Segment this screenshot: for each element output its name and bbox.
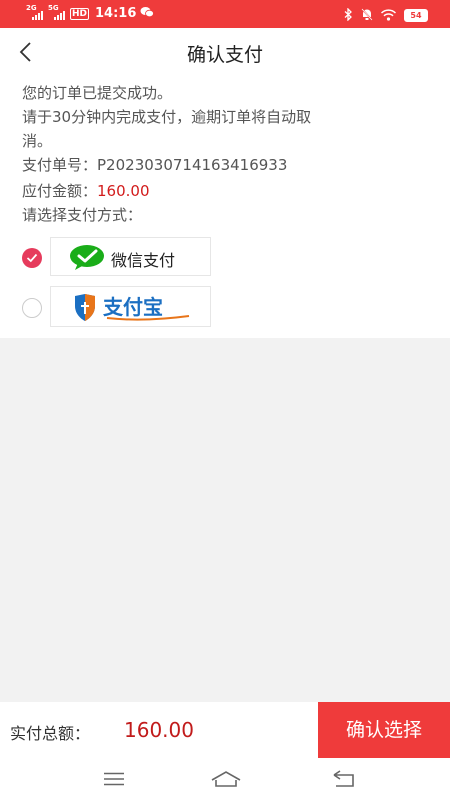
wechat-icon — [70, 245, 104, 270]
svg-text:支付宝: 支付宝 — [103, 295, 163, 319]
status-time: 14:16 — [95, 6, 137, 21]
battery-icon: 54 — [404, 9, 428, 22]
menu-icon[interactable] — [103, 772, 125, 786]
payment-deadline-text-cont: 消。 — [22, 132, 53, 150]
signal-2g-icon: 2G — [26, 4, 44, 20]
checkout-footer: 实付总额： 160.00 确认选择 — [0, 702, 450, 758]
mute-bell-icon — [361, 6, 373, 25]
alipay-option[interactable]: 支付宝 — [50, 286, 211, 327]
payment-method-prompt: 请选择支付方式： — [22, 206, 143, 224]
wechat-pay-radio[interactable] — [22, 248, 42, 268]
order-number-label: 支付单号： — [22, 156, 98, 174]
signal-5g-icon: 5G — [48, 4, 66, 20]
order-panel: 您的订单已提交成功。 请于30分钟内完成支付，逾期订单将自动取 消。 支付单号：… — [0, 76, 450, 338]
bluetooth-icon — [344, 6, 353, 25]
wifi-icon — [380, 6, 397, 25]
page-title: 确认支付 — [186, 44, 263, 66]
nav-bar: 确认支付 — [0, 28, 450, 76]
order-number-value: P20230307141634169​33 — [97, 156, 288, 174]
confirm-selection-button[interactable]: 确认选择 — [318, 702, 450, 758]
checkmark-icon — [26, 253, 38, 263]
status-right: 54 — [344, 6, 428, 25]
total-label: 实付总额： — [10, 724, 91, 743]
amount-value: 160.00 — [97, 182, 150, 200]
home-icon[interactable] — [210, 770, 242, 788]
total-value: 160.00 — [124, 718, 194, 742]
system-nav-bar — [0, 758, 450, 800]
wechat-pay-label: 微信支付 — [111, 251, 176, 270]
back-nav-icon[interactable] — [332, 770, 356, 788]
alipay-radio[interactable] — [22, 298, 42, 318]
alipay-logo: 支付宝 — [75, 294, 190, 321]
amount-label: 应付金额： — [22, 182, 98, 200]
order-success-text: 您的订单已提交成功。 — [22, 84, 173, 102]
status-bar: 2G 5G HD 14:16 54 — [0, 0, 450, 28]
status-left: 2G 5G HD 14:16 — [26, 4, 155, 21]
wechat-pay-option[interactable]: 微信支付 — [50, 237, 211, 276]
hd-voice-icon: HD — [70, 7, 90, 20]
amount-row: 应付金额：160.00 — [22, 180, 150, 202]
wechat-notification-icon — [140, 6, 155, 21]
order-number-row: 支付单号：P20230307141634169​33 — [22, 154, 287, 176]
payment-deadline-text: 请于30分钟内完成支付，逾期订单将自动取 — [22, 108, 312, 126]
